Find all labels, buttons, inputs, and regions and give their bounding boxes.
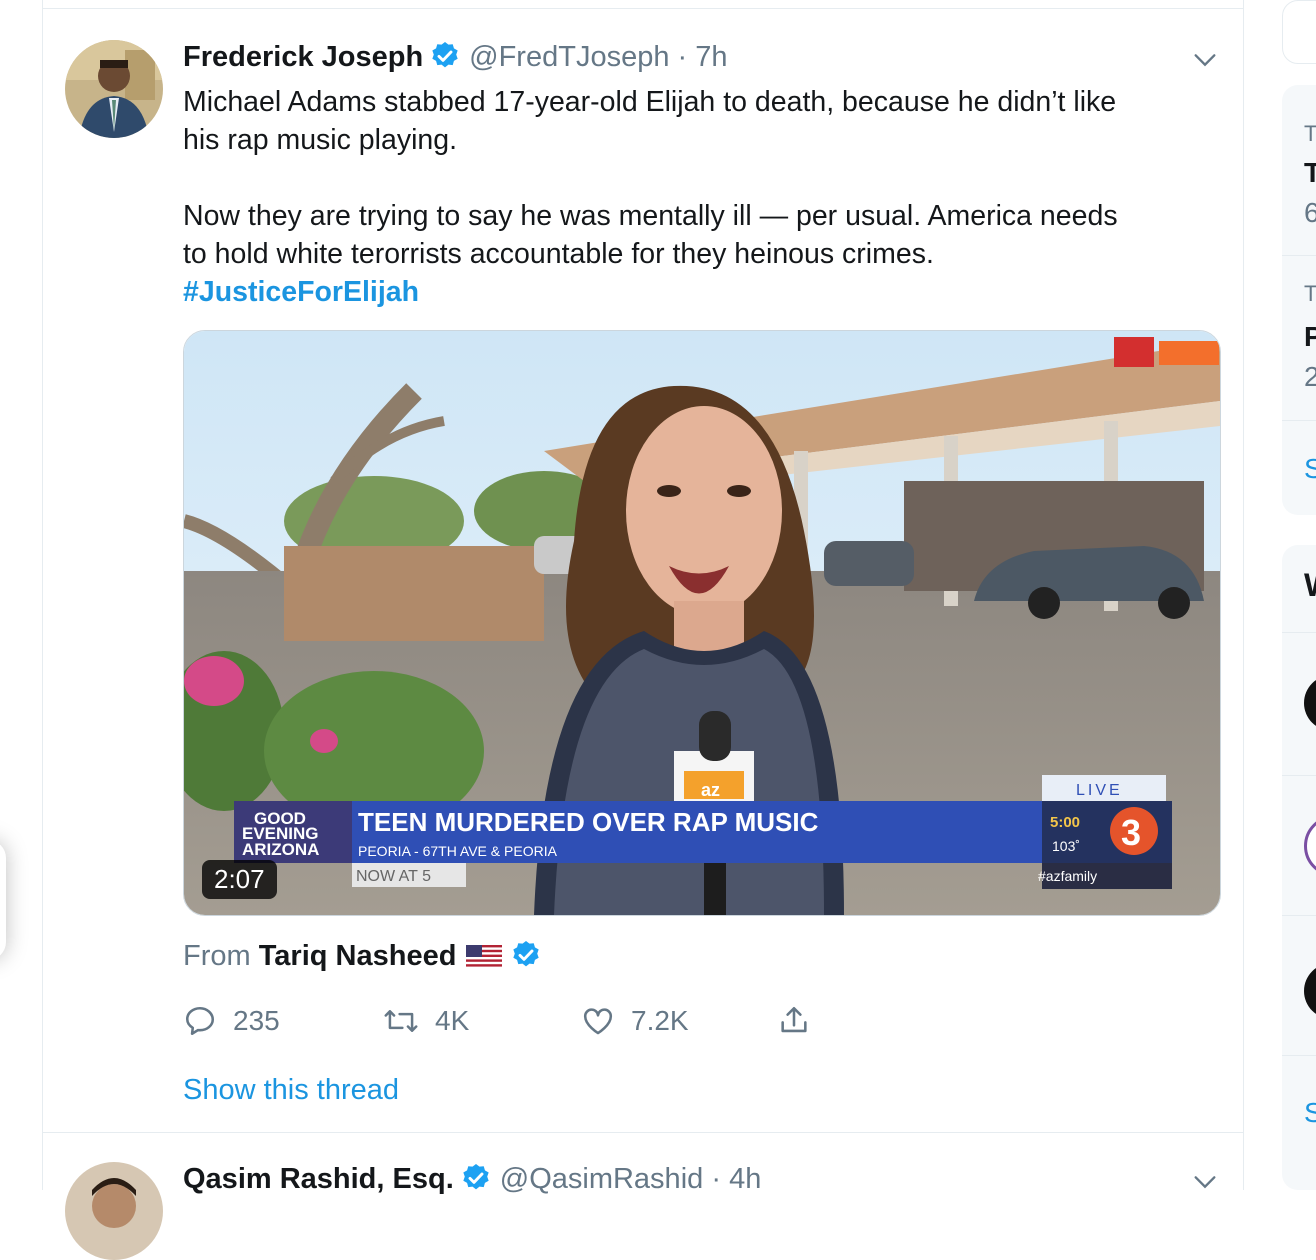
trend-count: 2 — [1304, 361, 1316, 392]
right-sidebar: T T 6 T P 2 S W S — [1282, 0, 1316, 1190]
like-count: 7.2K — [631, 1005, 689, 1036]
who-to-follow-panel: W S — [1282, 545, 1316, 1190]
verified-badge-icon — [460, 1162, 492, 1194]
verified-badge-icon — [510, 939, 542, 971]
us-flag-icon — [466, 940, 503, 980]
floating-compose-edge[interactable] — [0, 840, 6, 960]
trend-title[interactable]: T — [1304, 157, 1316, 189]
show-more-link[interactable]: S — [1304, 1097, 1316, 1129]
show-thread-link[interactable]: Show this thread — [183, 1074, 399, 1107]
verified-badge-icon — [429, 40, 461, 72]
retweet-icon — [383, 1004, 419, 1038]
timestamp[interactable]: 7h — [695, 41, 727, 73]
tweet-header: Frederick Joseph @FredTJoseph · 7h — [183, 40, 728, 74]
video-frame: az GOOD EVENING ARIZONA TEEN MURDERED OV… — [184, 331, 1220, 915]
reply-button[interactable]: 235 — [183, 1004, 280, 1038]
source-account-name[interactable]: Tariq Nasheed — [259, 940, 457, 972]
location-line: PEORIA - 67TH AVE & PEORIA — [358, 843, 558, 859]
separator: · — [711, 1163, 721, 1195]
avatar[interactable] — [1304, 815, 1316, 877]
divider — [1282, 420, 1316, 421]
show-name-bottom: ARIZONA — [242, 840, 319, 859]
separator: · — [677, 41, 688, 73]
divider — [1282, 255, 1316, 256]
share-button[interactable] — [777, 1004, 811, 1038]
divider — [1282, 775, 1316, 776]
tweet-text-line: to hold white terorrists accountable for… — [183, 238, 934, 270]
like-button[interactable]: 7.2K — [581, 1004, 689, 1038]
divider — [43, 1132, 1243, 1133]
avatar[interactable] — [1304, 675, 1316, 731]
search-box-edge[interactable] — [1282, 0, 1316, 64]
temperature: 103˚ — [1052, 838, 1080, 854]
trend-label: T — [1304, 121, 1316, 146]
trend-label: T — [1304, 281, 1316, 306]
divider — [43, 8, 1243, 9]
display-name[interactable]: Frederick Joseph — [183, 41, 423, 73]
display-name[interactable]: Qasim Rashid, Esq. — [183, 1163, 454, 1195]
tweet-text-line: Michael Adams stabbed 17-year-old Elijah… — [183, 86, 1117, 118]
like-icon — [581, 1004, 615, 1038]
divider — [1282, 632, 1316, 633]
from-label: From — [183, 940, 251, 972]
video-attribution: From Tariq Nasheed — [183, 936, 550, 980]
retweet-count: 4K — [435, 1005, 470, 1036]
hashtag-link[interactable]: #JusticeForElijah — [183, 276, 419, 308]
channel-logo: 3 — [1121, 812, 1141, 853]
video-player[interactable]: az GOOD EVENING ARIZONA TEEN MURDERED OV… — [183, 330, 1221, 916]
show-more-link[interactable]: S — [1304, 453, 1316, 485]
reply-icon — [183, 1004, 217, 1038]
video-duration: 2:07 — [202, 860, 277, 899]
tweet-header: Qasim Rashid, Esq. @QasimRashid · 4h — [183, 1162, 761, 1196]
retweet-button[interactable]: 4K — [383, 1004, 469, 1038]
divider — [1282, 1055, 1316, 1056]
trend-count: 6 — [1304, 197, 1316, 228]
chevron-down-icon[interactable] — [1191, 1168, 1219, 1196]
avatar[interactable] — [65, 1162, 163, 1260]
divider — [1282, 915, 1316, 916]
clock: 5:00 — [1050, 814, 1080, 831]
trend-title[interactable]: P — [1304, 321, 1316, 353]
timestamp[interactable]: 4h — [729, 1163, 761, 1195]
tweet-text-line: his rap music playing. — [183, 124, 458, 156]
headline: TEEN MURDERED OVER RAP MUSIC — [358, 807, 819, 837]
social-tag: #azfamily — [1038, 868, 1097, 884]
panel-title: W — [1304, 567, 1316, 604]
live-label: LIVE — [1076, 782, 1123, 799]
handle[interactable]: @FredTJoseph — [469, 41, 669, 73]
avatar[interactable] — [1304, 963, 1316, 1019]
handle[interactable]: @QasimRashid — [500, 1163, 704, 1195]
avatar[interactable] — [65, 40, 163, 138]
chevron-down-icon[interactable] — [1191, 46, 1219, 74]
tweet-text: Michael Adams stabbed 17-year-old Elijah… — [183, 83, 1213, 311]
reply-count: 235 — [233, 1005, 280, 1036]
next-up-text: NOW AT 5 — [356, 868, 431, 885]
mic-flag-text: az — [701, 780, 720, 800]
trends-panel: T T 6 T P 2 S — [1282, 85, 1316, 515]
share-icon — [777, 1004, 811, 1038]
timeline-column: Frederick Joseph @FredTJoseph · 7h Michae… — [42, 0, 1244, 1260]
tweet-text-line: Now they are trying to say he was mental… — [183, 200, 1118, 232]
